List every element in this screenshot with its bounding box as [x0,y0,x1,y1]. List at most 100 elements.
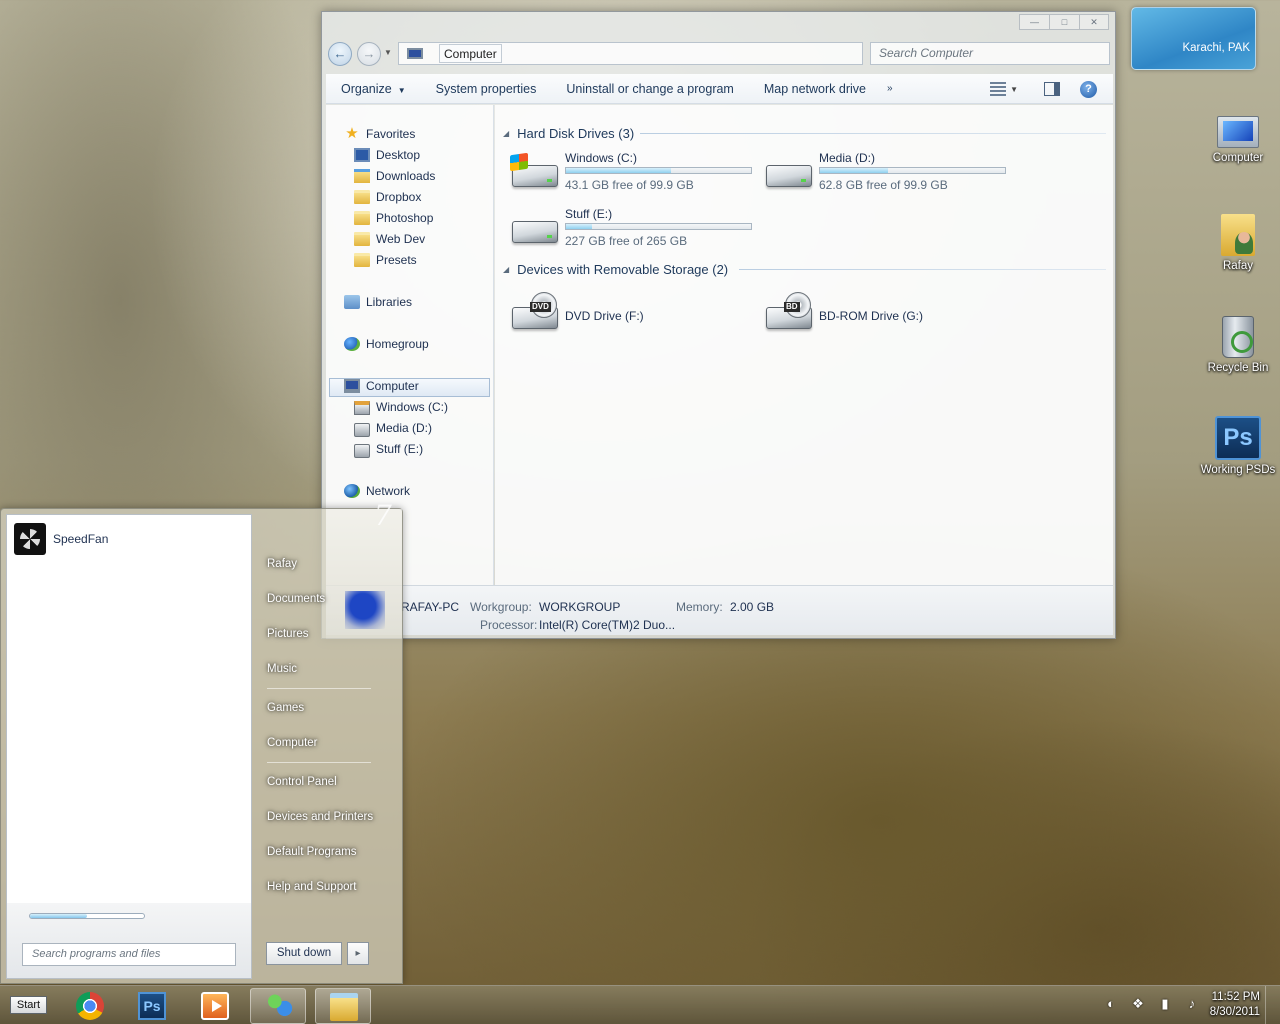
view-options-chevron-icon[interactable]: ▼ [1010,85,1018,94]
close-button[interactable]: ✕ [1079,14,1109,30]
start-separator [267,688,371,689]
hard-drive-icon [512,221,558,243]
nav-label: Homegroup [366,337,429,351]
start-item-help-support[interactable]: Help and Support [267,881,357,897]
start-progress-fill [30,914,87,918]
maximize-button[interactable]: □ [1049,14,1079,30]
address-bar[interactable]: Computer [398,42,863,65]
desktop-icon-rafay[interactable]: Rafay [1200,212,1276,273]
breadcrumb-computer[interactable]: Computer [439,44,502,63]
system-properties-button[interactable]: System properties [421,82,552,96]
nav-label: Media (D:) [376,421,433,435]
nav-label: Windows (C:) [376,400,449,414]
organize-button[interactable]: Organize ▼ [326,82,421,96]
desktop-icon-computer[interactable]: Computer [1200,110,1276,165]
show-desktop-button[interactable] [1265,986,1280,1024]
network-icon[interactable]: ▮ [1157,996,1173,1012]
search-input[interactable]: Search Computer [870,42,1110,65]
history-dropdown-icon[interactable]: ▼ [384,48,392,57]
toggle-icon[interactable]: ◐ [1103,996,1119,1012]
start-item-rafay[interactable]: Rafay [267,558,297,574]
program-speedfan[interactable]: SpeedFan [14,523,108,555]
drive-tile-bd-g[interactable]: BD BD-ROM Drive (G:) [766,292,1016,337]
nav-computer[interactable]: Computer [344,377,419,395]
drive-led [547,179,552,182]
nav-item-dropbox[interactable]: Dropbox [354,188,421,206]
downloads-folder-icon [354,169,370,183]
user-picture[interactable] [345,591,385,629]
group-hard-disk-drives[interactable]: ◢ Hard Disk Drives (3) [503,124,634,142]
start-item-music[interactable]: Music [267,663,297,679]
start-item-games[interactable]: Games [267,702,304,718]
forward-button[interactable]: → [357,42,381,66]
nav-item-photoshop[interactable]: Photoshop [354,209,433,227]
drive-tile-stuff-e[interactable]: Stuff (E:) 227 GB free of 265 GB [512,207,762,251]
drive-free-space: 43.1 GB free of 99.9 GB [565,178,694,192]
nav-label: Desktop [376,148,421,162]
nav-item-windows-c[interactable]: Windows (C:) [354,398,448,416]
explorer-window: — □ ✕ ← → ▼ Computer Search Computer Org… [321,11,1116,639]
drive-usage-fill [566,224,592,229]
change-view-icon[interactable] [990,82,1007,96]
drive-usage-bar [819,167,1006,174]
taskbar-explorer[interactable] [315,988,371,1024]
desktop-icon-recycle-bin[interactable]: Recycle Bin [1200,314,1276,375]
taskbar-media-player[interactable] [187,988,243,1024]
group-title: Hard Disk Drives (3) [517,125,635,141]
volume-icon[interactable]: ♪ [1184,996,1200,1012]
nav-item-stuff-e[interactable]: Stuff (E:) [354,440,423,458]
more-commands-button[interactable]: » [881,83,899,94]
drive-usage-bar [565,167,752,174]
nav-item-web-dev[interactable]: Web Dev [354,230,425,248]
help-icon[interactable]: ? [1080,80,1097,98]
dvd-drive-icon: DVD [512,292,558,329]
nav-favorites[interactable]: ★ Favorites [344,125,415,143]
clock-date: 8/30/2011 [1209,1006,1260,1018]
nav-libraries[interactable]: Libraries [344,293,412,311]
minimize-button[interactable]: — [1019,14,1049,30]
map-network-drive-button[interactable]: Map network drive [749,82,881,96]
start-item-devices-printers[interactable]: Devices and Printers [267,811,373,827]
dropbox-icon[interactable]: ❖ [1130,996,1146,1012]
start-item-default-programs[interactable]: Default Programs [267,846,356,862]
group-removable-storage[interactable]: ◢ Devices with Removable Storage (2) [503,260,728,278]
processor-value: Intel(R) Core(TM)2 Duo... [539,618,676,632]
start-search-input[interactable]: Search programs and files [22,943,236,966]
drive-usage-fill [566,168,672,173]
nav-label: Libraries [366,295,413,309]
preview-pane-icon[interactable] [1044,82,1060,96]
view-controls: ▼ ? [990,74,1113,104]
nav-item-desktop[interactable]: Desktop [354,146,420,164]
desktop-icon-working-psds[interactable]: Ps Working PSDs [1200,416,1276,477]
nav-item-downloads[interactable]: Downloads [354,167,435,185]
drive-tile-windows-c[interactable]: Windows (C:) 43.1 GB free of 99.9 GB [510,151,762,195]
nav-item-media-d[interactable]: Media (D:) [354,419,432,437]
drive-tile-media-d[interactable]: Media (D:) 62.8 GB free of 99.9 GB [766,151,1016,195]
system-tray: ◐ ❖ ▮ ♪ [1103,996,1200,1012]
shutdown-options-button[interactable]: ▸ [347,942,369,965]
start-item-pictures[interactable]: Pictures [267,628,309,644]
back-button[interactable]: ← [328,42,352,66]
nav-network[interactable]: Network [344,482,410,500]
taskbar-messenger[interactable] [250,988,306,1024]
weather-gadget[interactable]: Karachi, PAK [1131,7,1256,70]
start-item-documents[interactable]: Documents [267,593,325,609]
nav-item-presets[interactable]: Presets [354,251,417,269]
nav-homegroup[interactable]: Homegroup [344,335,429,353]
start-item-control-panel[interactable]: Control Panel [267,776,337,792]
uninstall-program-button[interactable]: Uninstall or change a program [551,82,748,96]
drive-tile-dvd-f[interactable]: DVD DVD Drive (F:) [512,292,762,337]
drive-usage-bar [565,223,752,230]
shutdown-button[interactable]: Shut down [266,942,342,965]
taskbar-photoshop[interactable]: Ps [124,988,180,1024]
nav-label: Network [366,484,411,498]
pc-name: RAFAY-PC [401,600,460,614]
start-button[interactable]: Start [10,996,47,1014]
drive-free-space: 227 GB free of 265 GB [565,234,688,248]
start-item-computer[interactable]: Computer [267,737,318,753]
drive-name: BD-ROM Drive (G:) [819,309,923,323]
workgroup-value: WORKGROUP [539,600,621,614]
taskbar-chrome[interactable] [62,988,118,1024]
clock[interactable]: 11:52 PM 8/30/2011 [1210,990,1260,1020]
drive-free-space: 62.8 GB free of 99.9 GB [819,178,948,192]
